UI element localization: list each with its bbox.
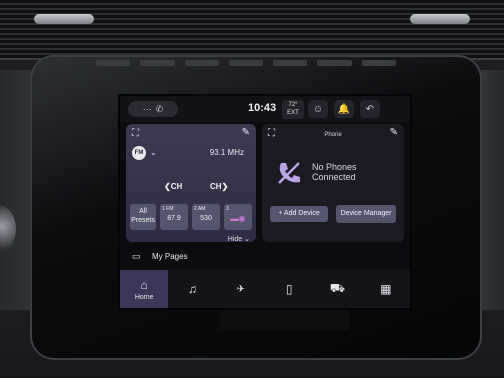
my-pages-row[interactable]: ▭ My Pages bbox=[126, 248, 404, 266]
device-manager-button[interactable]: Device Manager bbox=[336, 205, 396, 223]
nav-climate[interactable]: ✈ bbox=[217, 270, 265, 308]
phone-handset-icon: ✆ bbox=[155, 103, 164, 114]
frequency: 93.1 MHz bbox=[209, 148, 244, 157]
phone-widget[interactable]: ⛶ Phone ✎ No Phones Connected + Add Devi… bbox=[262, 124, 404, 242]
music-note-icon: ♫ bbox=[187, 282, 197, 296]
hide-presets-button[interactable]: Hide ⌄ bbox=[228, 235, 250, 243]
expand-icon[interactable]: ⛶ bbox=[132, 128, 139, 139]
clock: 10:43 bbox=[248, 102, 277, 114]
station-logo-icon: ▬◉ bbox=[230, 214, 246, 223]
car-dashboard: ⋯ ✆ 10:43 72° EXT ☺ 🔔 ↶ ⛶ ✎ FM ⌄ 93.1 MH… bbox=[0, 0, 504, 378]
smartphone-icon: ▯ bbox=[285, 282, 293, 296]
nav-apps[interactable]: ▦ bbox=[362, 270, 410, 308]
hard-buttons-row[interactable] bbox=[96, 58, 396, 68]
home-icon: ⌂ bbox=[140, 277, 148, 292]
status-pill[interactable]: ⋯ ✆ bbox=[128, 101, 178, 117]
phone-title: Phone bbox=[324, 132, 342, 138]
nav-phone[interactable]: ▯ bbox=[265, 270, 313, 308]
chevron-right-icon: ❯ bbox=[221, 182, 229, 191]
notification-bell-icon[interactable]: 🔔 bbox=[334, 100, 354, 118]
status-bar: ⋯ ✆ 10:43 72° EXT ☺ 🔔 ↶ bbox=[120, 96, 410, 122]
preset-1[interactable]: 1 FM 87.9 bbox=[160, 204, 188, 230]
edit-pencil-icon[interactable]: ✎ bbox=[242, 127, 250, 138]
chevron-left-icon: ❮ bbox=[164, 182, 171, 191]
preset-2[interactable]: 2 AM 530 bbox=[192, 204, 220, 230]
chevron-down-icon: ⌄ bbox=[244, 236, 250, 243]
climate-off-icon: ✈ bbox=[236, 283, 246, 295]
bottom-nav-bar: ⌂ Home ♫ ✈ ▯ ⛟ ▦ bbox=[120, 270, 410, 308]
phone-disconnected-icon bbox=[278, 162, 300, 184]
car-icon: ⛟ bbox=[329, 281, 346, 295]
nav-vehicle[interactable]: ⛟ bbox=[313, 270, 361, 308]
chevron-down-icon[interactable]: ⌄ bbox=[150, 148, 157, 157]
bezel-lower-strip bbox=[220, 310, 350, 330]
radio-widget[interactable]: ⛶ ✎ FM ⌄ 93.1 MHz ❮CH CH❯ All Presets 1 … bbox=[126, 124, 256, 243]
apps-grid-icon: ▦ bbox=[380, 282, 392, 296]
air-vent bbox=[0, 0, 504, 60]
vent-trim-left bbox=[34, 14, 94, 24]
add-device-button[interactable]: + Add Device bbox=[270, 206, 328, 222]
all-presets-button[interactable]: All Presets bbox=[130, 204, 156, 230]
channel-prev-button[interactable]: ❮CH bbox=[164, 182, 182, 191]
driver-profile-icon[interactable]: ☺ bbox=[308, 100, 328, 118]
recent-calls-icon[interactable]: ↶ bbox=[360, 100, 380, 118]
menu-dots-icon: ⋯ bbox=[142, 103, 152, 114]
vent-trim-right bbox=[410, 14, 470, 24]
outside-temp: 72° EXT bbox=[282, 100, 304, 119]
channel-next-button[interactable]: CH❯ bbox=[210, 182, 228, 191]
infotainment-screen: ⋯ ✆ 10:43 72° EXT ☺ 🔔 ↶ ⛶ ✎ FM ⌄ 93.1 MH… bbox=[118, 94, 412, 310]
nav-home[interactable]: ⌂ Home bbox=[120, 270, 169, 308]
no-phones-message: No Phones Connected bbox=[312, 162, 357, 182]
preset-3[interactable]: 3 ▬◉ bbox=[224, 204, 252, 230]
nav-media[interactable]: ♫ bbox=[168, 270, 216, 308]
book-icon: ▭ bbox=[132, 251, 141, 261]
band-badge[interactable]: FM bbox=[132, 146, 146, 160]
edit-pencil-icon[interactable]: ✎ bbox=[390, 127, 398, 138]
